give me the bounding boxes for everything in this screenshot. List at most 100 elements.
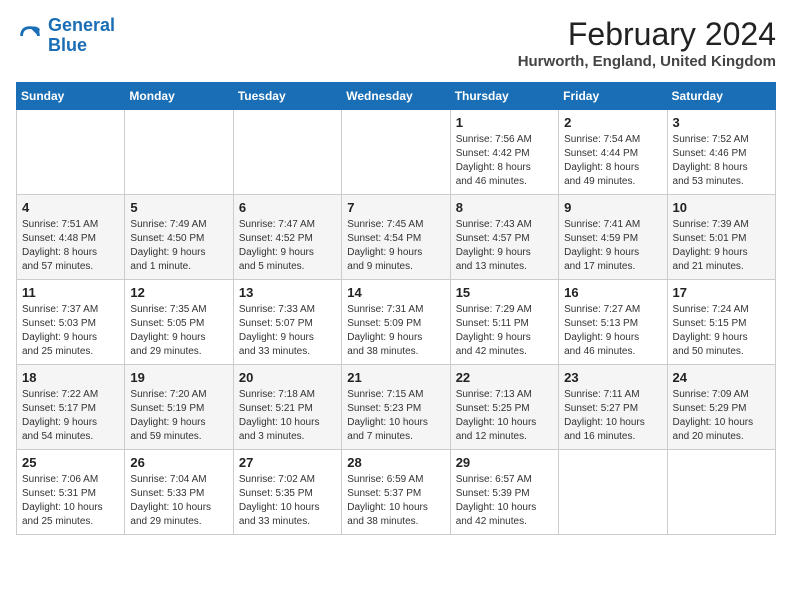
header-cell-tuesday: Tuesday	[233, 83, 341, 110]
calendar-cell: 3Sunrise: 7:52 AM Sunset: 4:46 PM Daylig…	[667, 110, 775, 195]
day-number: 16	[564, 285, 661, 300]
day-info: Sunrise: 7:31 AM Sunset: 5:09 PM Dayligh…	[347, 303, 444, 359]
day-info: Sunrise: 6:57 AM Sunset: 5:39 PM Dayligh…	[456, 473, 553, 529]
day-info: Sunrise: 7:22 AM Sunset: 5:17 PM Dayligh…	[22, 388, 119, 444]
logo-line2: Blue	[48, 35, 87, 55]
day-info: Sunrise: 7:04 AM Sunset: 5:33 PM Dayligh…	[130, 473, 227, 529]
day-number: 9	[564, 200, 661, 215]
day-number: 10	[673, 200, 770, 215]
calendar-cell: 17 Sunrise: 7:24 AM Sunset: 5:15 PM Dayli…	[667, 280, 775, 365]
day-number: 20	[239, 370, 336, 385]
day-info: Sunrise: 7:18 AM Sunset: 5:21 PM Dayligh…	[239, 388, 336, 444]
day-number: 27	[239, 455, 336, 470]
title-block: February 2024 Hurworth, England, United …	[518, 16, 776, 70]
day-number: 17	[673, 285, 770, 300]
day-info: Sunrise: 7:41 AM Sunset: 4:59 PM Dayligh…	[564, 218, 661, 274]
day-info: Sunrise: 7:09 AM Sunset: 5:29 PM Dayligh…	[673, 388, 770, 444]
day-info: Sunrise: 7:35 AM Sunset: 5:05 PM Dayligh…	[130, 303, 227, 359]
logo-icon	[16, 22, 44, 50]
header-cell-wednesday: Wednesday	[342, 83, 450, 110]
day-number: 6	[239, 200, 336, 215]
day-number: 12	[130, 285, 227, 300]
calendar-cell: 25 Sunrise: 7:06 AM Sunset: 5:31 PM Dayli…	[17, 450, 125, 535]
day-number: 23	[564, 370, 661, 385]
day-number: 2	[564, 115, 661, 130]
calendar-cell: 2 Sunrise: 7:54 AM Sunset: 4:44 PM Daylig…	[559, 110, 667, 195]
header-cell-sunday: Sunday	[17, 83, 125, 110]
calendar-cell: 10 Sunrise: 7:39 AM Sunset: 5:01 PM Dayli…	[667, 195, 775, 280]
day-number: 25	[22, 455, 119, 470]
location-subtitle: Hurworth, England, United Kingdom	[518, 53, 776, 70]
day-info: Sunrise: 7:51 AM Sunset: 4:48 PM Dayligh…	[22, 218, 119, 274]
calendar-cell	[125, 110, 233, 195]
calendar-cell: 11Sunrise: 7:37 AM Sunset: 5:03 PM Dayli…	[17, 280, 125, 365]
calendar-week-row: 1Sunrise: 7:56 AM Sunset: 4:42 PM Daylig…	[17, 110, 776, 195]
calendar-table: SundayMondayTuesdayWednesdayThursdayFrid…	[16, 82, 776, 535]
logo-line1: General	[48, 15, 115, 35]
day-info: Sunrise: 7:47 AM Sunset: 4:52 PM Dayligh…	[239, 218, 336, 274]
calendar-cell	[559, 450, 667, 535]
day-number: 13	[239, 285, 336, 300]
day-number: 22	[456, 370, 553, 385]
day-info: Sunrise: 7:02 AM Sunset: 5:35 PM Dayligh…	[239, 473, 336, 529]
day-number: 7	[347, 200, 444, 215]
day-info: Sunrise: 7:29 AM Sunset: 5:11 PM Dayligh…	[456, 303, 553, 359]
calendar-cell: 28Sunrise: 6:59 AM Sunset: 5:37 PM Dayli…	[342, 450, 450, 535]
day-number: 4	[22, 200, 119, 215]
day-number: 5	[130, 200, 227, 215]
calendar-header-row: SundayMondayTuesdayWednesdayThursdayFrid…	[17, 83, 776, 110]
calendar-body: 1Sunrise: 7:56 AM Sunset: 4:42 PM Daylig…	[17, 110, 776, 535]
calendar-cell: 6 Sunrise: 7:47 AM Sunset: 4:52 PM Daylig…	[233, 195, 341, 280]
calendar-cell	[342, 110, 450, 195]
day-number: 18	[22, 370, 119, 385]
calendar-week-row: 11Sunrise: 7:37 AM Sunset: 5:03 PM Dayli…	[17, 280, 776, 365]
calendar-cell: 12 Sunrise: 7:35 AM Sunset: 5:05 PM Dayli…	[125, 280, 233, 365]
calendar-cell: 26 Sunrise: 7:04 AM Sunset: 5:33 PM Dayli…	[125, 450, 233, 535]
header-cell-thursday: Thursday	[450, 83, 558, 110]
page-header: General Blue February 2024 Hurworth, Eng…	[16, 16, 776, 70]
header-cell-saturday: Saturday	[667, 83, 775, 110]
day-info: Sunrise: 7:56 AM Sunset: 4:42 PM Dayligh…	[456, 133, 553, 189]
calendar-cell: 8Sunrise: 7:43 AM Sunset: 4:57 PM Daylig…	[450, 195, 558, 280]
day-number: 8	[456, 200, 553, 215]
day-info: Sunrise: 7:39 AM Sunset: 5:01 PM Dayligh…	[673, 218, 770, 274]
calendar-week-row: 18 Sunrise: 7:22 AM Sunset: 5:17 PM Dayli…	[17, 365, 776, 450]
day-number: 26	[130, 455, 227, 470]
calendar-cell: 7 Sunrise: 7:45 AM Sunset: 4:54 PM Daylig…	[342, 195, 450, 280]
day-number: 14	[347, 285, 444, 300]
calendar-cell: 4 Sunrise: 7:51 AM Sunset: 4:48 PM Daylig…	[17, 195, 125, 280]
calendar-cell: 22 Sunrise: 7:13 AM Sunset: 5:25 PM Dayli…	[450, 365, 558, 450]
day-info: Sunrise: 7:11 AM Sunset: 5:27 PM Dayligh…	[564, 388, 661, 444]
logo-text: General Blue	[48, 16, 115, 56]
day-number: 15	[456, 285, 553, 300]
calendar-cell	[233, 110, 341, 195]
calendar-cell: 1Sunrise: 7:56 AM Sunset: 4:42 PM Daylig…	[450, 110, 558, 195]
day-info: Sunrise: 7:24 AM Sunset: 5:15 PM Dayligh…	[673, 303, 770, 359]
day-info: Sunrise: 7:37 AM Sunset: 5:03 PM Dayligh…	[22, 303, 119, 359]
header-cell-friday: Friday	[559, 83, 667, 110]
day-info: Sunrise: 6:59 AM Sunset: 5:37 PM Dayligh…	[347, 473, 444, 529]
calendar-cell: 20 Sunrise: 7:18 AM Sunset: 5:21 PM Dayli…	[233, 365, 341, 450]
day-number: 19	[130, 370, 227, 385]
header-cell-monday: Monday	[125, 83, 233, 110]
calendar-cell: 27 Sunrise: 7:02 AM Sunset: 5:35 PM Dayli…	[233, 450, 341, 535]
calendar-cell: 24 Sunrise: 7:09 AM Sunset: 5:29 PM Dayli…	[667, 365, 775, 450]
calendar-cell: 15 Sunrise: 7:29 AM Sunset: 5:11 PM Dayli…	[450, 280, 558, 365]
day-info: Sunrise: 7:33 AM Sunset: 5:07 PM Dayligh…	[239, 303, 336, 359]
calendar-cell: 29Sunrise: 6:57 AM Sunset: 5:39 PM Dayli…	[450, 450, 558, 535]
day-info: Sunrise: 7:06 AM Sunset: 5:31 PM Dayligh…	[22, 473, 119, 529]
day-info: Sunrise: 7:13 AM Sunset: 5:25 PM Dayligh…	[456, 388, 553, 444]
day-number: 24	[673, 370, 770, 385]
calendar-cell	[17, 110, 125, 195]
calendar-cell: 19Sunrise: 7:20 AM Sunset: 5:19 PM Dayli…	[125, 365, 233, 450]
day-info: Sunrise: 7:52 AM Sunset: 4:46 PM Dayligh…	[673, 133, 770, 189]
day-info: Sunrise: 7:45 AM Sunset: 4:54 PM Dayligh…	[347, 218, 444, 274]
calendar-week-row: 25 Sunrise: 7:06 AM Sunset: 5:31 PM Dayli…	[17, 450, 776, 535]
calendar-cell: 23 Sunrise: 7:11 AM Sunset: 5:27 PM Dayli…	[559, 365, 667, 450]
calendar-cell	[667, 450, 775, 535]
day-info: Sunrise: 7:49 AM Sunset: 4:50 PM Dayligh…	[130, 218, 227, 274]
day-info: Sunrise: 7:54 AM Sunset: 4:44 PM Dayligh…	[564, 133, 661, 189]
calendar-week-row: 4 Sunrise: 7:51 AM Sunset: 4:48 PM Daylig…	[17, 195, 776, 280]
day-number: 21	[347, 370, 444, 385]
calendar-cell: 5 Sunrise: 7:49 AM Sunset: 4:50 PM Daylig…	[125, 195, 233, 280]
